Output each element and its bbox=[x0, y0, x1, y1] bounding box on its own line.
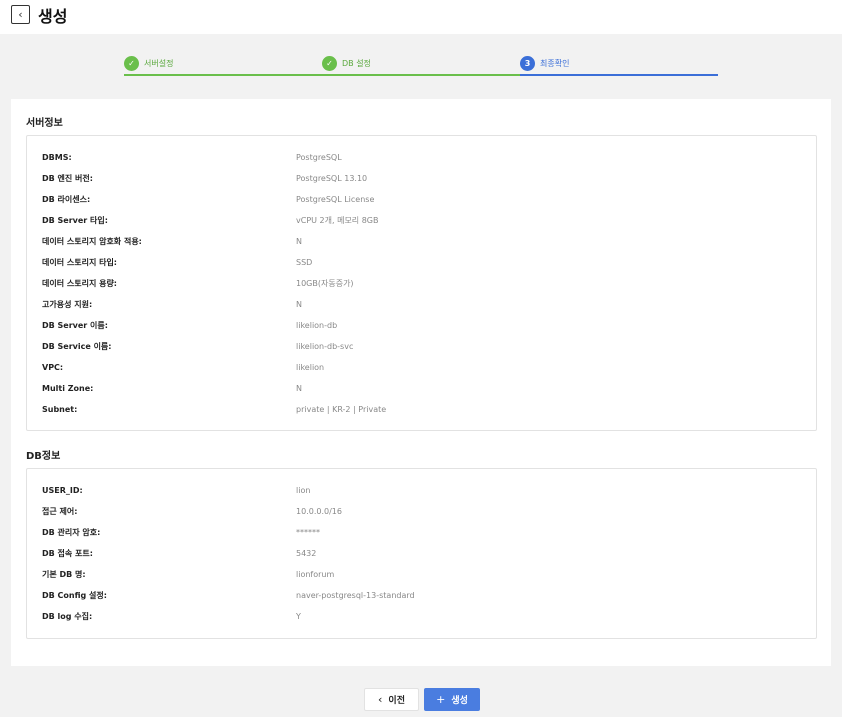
step-db-settings[interactable]: ✓ DB 설정 bbox=[322, 50, 371, 76]
prev-button[interactable]: ‹ 이전 bbox=[364, 688, 419, 711]
step-progress-line bbox=[520, 74, 718, 76]
info-row: DBMS: PostgreSQL bbox=[42, 152, 342, 162]
step-label: 최종확인 bbox=[540, 58, 570, 68]
info-row: 고가용성 지원: N bbox=[42, 299, 302, 309]
top-bar: ‹ 생성 bbox=[0, 0, 842, 34]
info-row: DB 라이센스: PostgreSQL License bbox=[42, 194, 375, 204]
info-row: DB Server 타입: vCPU 2개, 메모리 8GB bbox=[42, 215, 379, 225]
step-progress-line bbox=[124, 74, 322, 76]
chevron-left-icon: ‹ bbox=[18, 8, 23, 21]
step-server-settings[interactable]: ✓ 서버설정 bbox=[124, 50, 173, 76]
info-row: DB 접속 포트: 5432 bbox=[42, 548, 317, 558]
info-row: 데이터 스토리지 용량: 10GB(자동증가) bbox=[42, 278, 354, 288]
db-info-title: DB정보 bbox=[26, 451, 61, 462]
info-row: 기본 DB 명: lionforum bbox=[42, 569, 335, 579]
info-row: DB 관리자 암호: ****** bbox=[42, 527, 320, 537]
stepper: ✓ 서버설정 ✓ DB 설정 3 최종확인 bbox=[0, 50, 842, 80]
check-icon: ✓ bbox=[322, 55, 337, 71]
summary-card: 서버정보 DBMS: PostgreSQL DB 엔진 버전: PostgreS… bbox=[11, 99, 831, 666]
step-label: DB 설정 bbox=[342, 58, 371, 68]
page-title: 생성 bbox=[38, 7, 68, 26]
server-info-title: 서버정보 bbox=[26, 118, 63, 129]
plus-icon: + bbox=[436, 693, 446, 706]
info-row: 데이터 스토리지 타입: SSD bbox=[42, 257, 313, 267]
back-button[interactable]: ‹ bbox=[11, 5, 30, 24]
info-row: Subnet: private | KR-2 | Private bbox=[42, 404, 387, 414]
info-row: VPC: likelion bbox=[42, 362, 325, 372]
info-row: 접근 제어: 10.0.0.0/16 bbox=[42, 506, 342, 516]
db-info-box: USER_ID: lion 접근 제어: 10.0.0.0/16 DB 관리자 … bbox=[26, 468, 817, 639]
info-row: DB 엔진 버전: PostgreSQL 13.10 bbox=[42, 173, 368, 183]
step-progress-line bbox=[322, 74, 520, 76]
server-info-box: DBMS: PostgreSQL DB 엔진 버전: PostgreSQL 13… bbox=[26, 135, 817, 431]
info-row: DB Server 이름: likelion-db bbox=[42, 320, 338, 330]
info-row: DB Service 이름: likelion-db-svc bbox=[42, 341, 354, 351]
create-button-label: 생성 bbox=[451, 696, 468, 706]
step-label: 서버설정 bbox=[144, 58, 174, 68]
info-row: Multi Zone: N bbox=[42, 383, 302, 393]
check-icon: ✓ bbox=[124, 55, 139, 71]
create-button[interactable]: + 생성 bbox=[424, 688, 480, 711]
info-row: 데이터 스토리지 암호화 적용: N bbox=[42, 236, 302, 246]
prev-button-label: 이전 bbox=[388, 696, 405, 706]
info-row: DB log 수집: Y bbox=[42, 611, 301, 621]
footer-actions: ‹ 이전 + 생성 bbox=[0, 688, 842, 712]
info-row: USER_ID: lion bbox=[42, 485, 311, 495]
step-number: 3 bbox=[520, 55, 535, 71]
step-final-confirm[interactable]: 3 최종확인 bbox=[520, 50, 569, 76]
info-row: DB Config 설정: naver-postgresql-13-standa… bbox=[42, 590, 415, 600]
chevron-left-icon: ‹ bbox=[378, 693, 383, 706]
